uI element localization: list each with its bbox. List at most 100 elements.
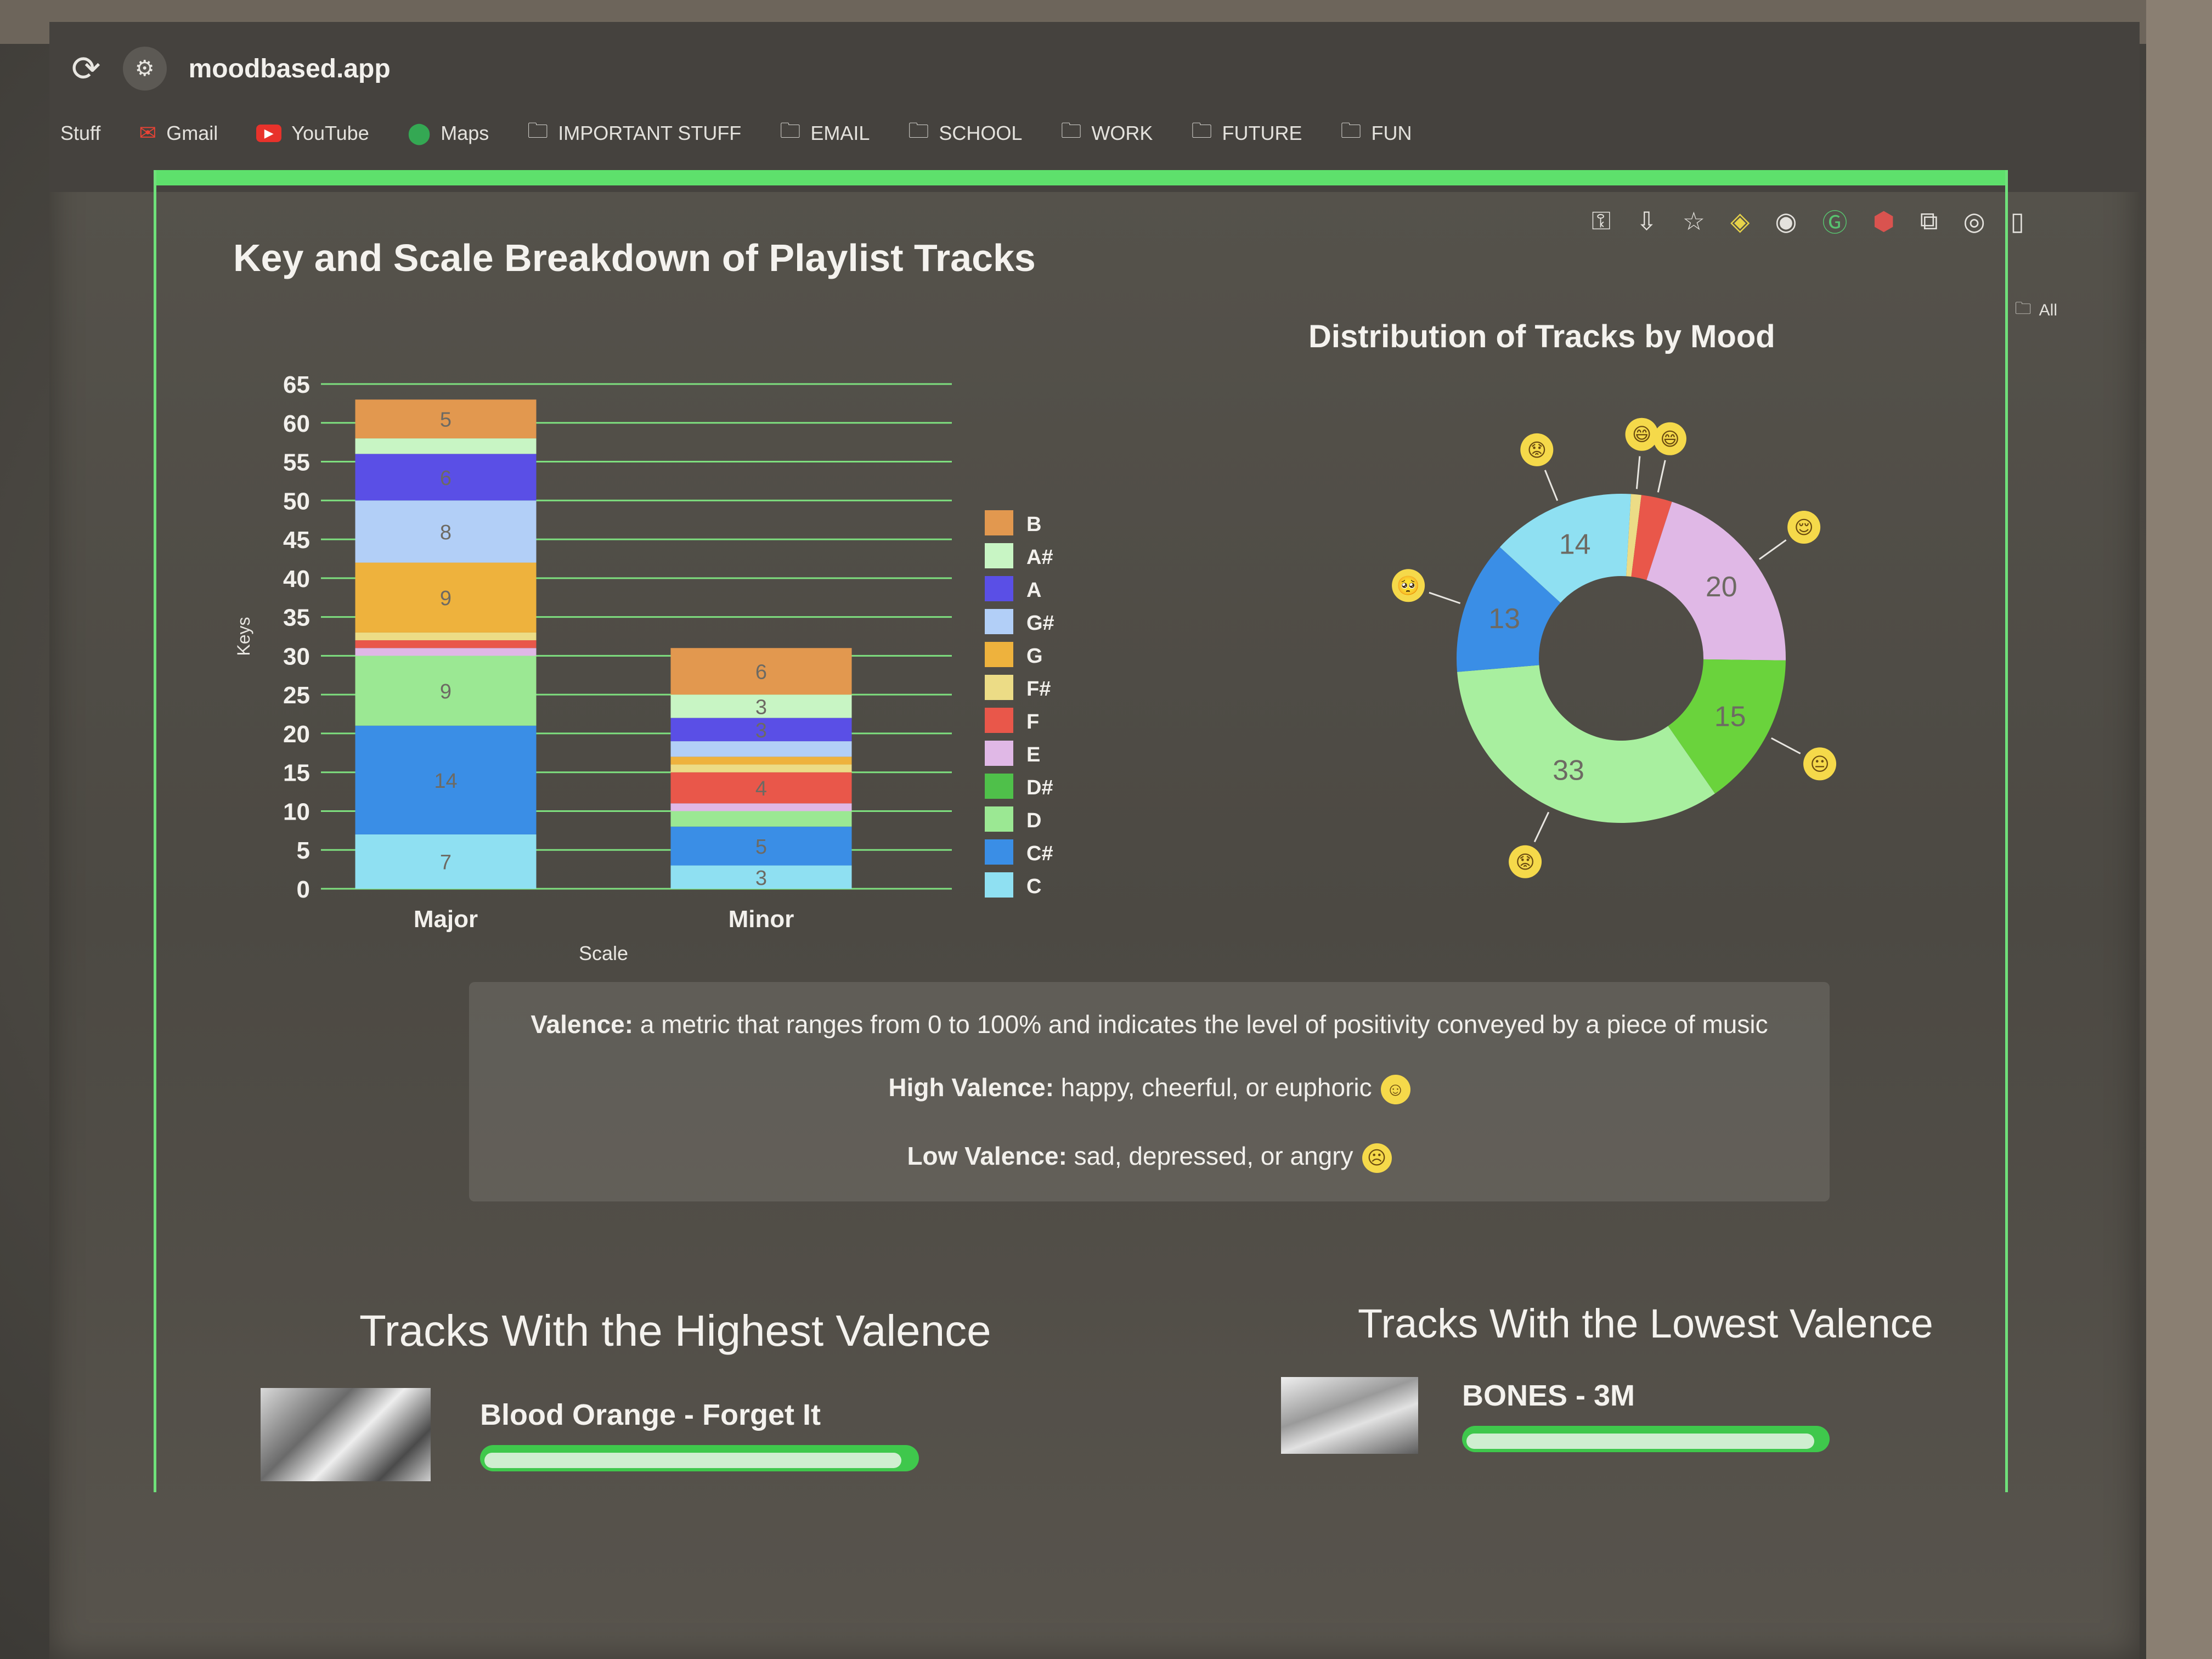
valence-bar <box>480 1445 919 1471</box>
highest-track-card[interactable]: Blood Orange - Forget It <box>261 1388 919 1481</box>
key-scale-bar-chart: 05101520253035404550556065Keys71499865Ma… <box>234 371 1054 964</box>
maps-icon: ⬤ <box>407 122 431 145</box>
mood-emoji-glyph: 😐 <box>1810 753 1829 775</box>
legend-label: D# <box>1026 776 1053 799</box>
y-tick-label: 0 <box>297 876 310 903</box>
mood-emoji-glyph: 🥺 <box>1397 575 1420 597</box>
folder-icon: 🗀 <box>527 120 549 143</box>
data-label: 14 <box>434 770 457 793</box>
y-tick-label: 5 <box>297 837 310 864</box>
data-label: 4 <box>755 777 767 800</box>
emoji-leader-line <box>1533 811 1550 843</box>
browser-chrome: ⟳ ⚙ moodbased.app Stuff ✉ Gmail ▶ YouTube … <box>49 22 2140 192</box>
y-tick-label: 10 <box>283 798 310 825</box>
bookmark-maps[interactable]: ⬤ Maps <box>408 121 489 145</box>
y-axis-label: Keys <box>234 617 253 656</box>
valence-definition-label: Valence: <box>531 1010 634 1039</box>
bookmark-label: IMPORTANT STUFF <box>558 121 742 144</box>
y-tick-label: 50 <box>283 488 310 515</box>
bookmark-youtube[interactable]: ▶ YouTube <box>256 122 369 145</box>
folder-icon: 🗀 <box>908 120 929 143</box>
bookmark-label: YouTube <box>291 121 369 144</box>
mood-emoji-glyph: 😟 <box>1515 851 1534 873</box>
legend-label: A# <box>1026 546 1053 569</box>
legend-swatch <box>985 642 1013 667</box>
youtube-icon: ▶ <box>256 124 282 142</box>
address-bar[interactable]: ⟳ ⚙ moodbased.app <box>71 38 391 99</box>
legend-label: E <box>1026 743 1040 766</box>
legend-swatch <box>985 839 1013 865</box>
y-tick-label: 20 <box>283 721 310 748</box>
data-label: 3 <box>755 719 767 742</box>
all-bookmarks[interactable]: 🗀 All <box>2015 296 2057 324</box>
album-art <box>261 1388 431 1481</box>
legend-swatch <box>985 543 1013 568</box>
happy-emoji-icon: ☺ <box>1380 1074 1410 1104</box>
slice-label: 13 <box>1488 603 1520 635</box>
x-tick-label: Minor <box>729 906 794 933</box>
low-valence-text: sad, depressed, or angry <box>1066 1142 1353 1170</box>
slice-label: 33 <box>1553 754 1584 786</box>
bookmark-school[interactable]: 🗀 SCHOOL <box>908 115 1022 151</box>
legend-swatch <box>985 510 1013 535</box>
bookmark-label: Maps <box>441 121 489 144</box>
folder-icon: 🗀 <box>1340 120 1362 143</box>
bar-segment <box>355 640 537 648</box>
bar-segment <box>670 811 852 827</box>
valence-bar-fill <box>484 1453 901 1468</box>
slice-label: 15 <box>1714 701 1746 733</box>
bookmark-gmail[interactable]: ✉ Gmail <box>139 121 218 145</box>
bookmark-work[interactable]: 🗀 WORK <box>1060 115 1153 151</box>
slice-label: 14 <box>1559 528 1591 560</box>
legend-swatch <box>985 774 1013 799</box>
bookmark-email[interactable]: 🗀 EMAIL <box>780 115 870 151</box>
data-label: 5 <box>755 836 767 859</box>
bookmark-future[interactable]: 🗀 FUTURE <box>1191 115 1302 151</box>
valence-info-box: Valence: a metric that ranges from 0 to … <box>469 982 1830 1201</box>
legend-label: C# <box>1026 842 1053 865</box>
legend-label: C <box>1026 875 1041 898</box>
y-tick-label: 45 <box>283 527 310 554</box>
data-label: 3 <box>755 867 767 890</box>
y-tick-label: 25 <box>283 682 310 709</box>
emoji-leader-line <box>1635 456 1641 489</box>
side-panel-icon[interactable]: ▯ <box>2011 206 2024 236</box>
legend-label: G <box>1026 645 1043 668</box>
high-valence-line: High Valence: happy, cheerful, or euphor… <box>469 1073 1830 1104</box>
wall <box>2146 0 2212 1659</box>
key-chart-title: Key and Scale Breakdown of Playlist Trac… <box>233 236 1036 279</box>
valence-definition-text: a metric that ranges from 0 to 100% and … <box>633 1010 1768 1039</box>
emoji-leader-line <box>1544 470 1559 501</box>
mood-emoji-glyph: 😄 <box>1660 428 1679 450</box>
folder-icon: 🗀 <box>1060 120 1082 143</box>
legend-label: D <box>1026 809 1041 832</box>
emoji-leader-line <box>1759 539 1787 560</box>
emoji-leader-line <box>1657 460 1666 493</box>
bookmark-stuff[interactable]: Stuff <box>60 122 100 145</box>
y-tick-label: 30 <box>283 643 310 670</box>
high-valence-text: happy, cheerful, or euphoric <box>1054 1073 1372 1102</box>
bookmark-label: SCHOOL <box>939 121 1023 144</box>
site-settings-icon[interactable]: ⚙ <box>122 47 167 91</box>
legend-label: F <box>1026 710 1039 733</box>
legend-label: B <box>1026 513 1041 536</box>
track-info: BONES - 3M <box>1462 1379 1830 1452</box>
low-valence-label: Low Valence: <box>907 1142 1067 1170</box>
sad-emoji-icon: ☹ <box>1362 1143 1392 1173</box>
bookmark-label: EMAIL <box>810 121 870 144</box>
legend-swatch <box>985 609 1013 634</box>
highest-valence-title: Tracks With the Highest Valence <box>359 1306 991 1355</box>
valence-definition: Valence: a metric that ranges from 0 to … <box>469 1009 1830 1039</box>
bookmark-important-stuff[interactable]: 🗀 IMPORTANT STUFF <box>527 115 741 151</box>
mood-donut-chart: 😄 😄 20 😌 15 😐 33 😟 13 🥺 14 😟 <box>1392 417 1837 878</box>
valence-bar-fill <box>1466 1434 1814 1449</box>
reload-icon[interactable]: ⟳ <box>71 51 101 86</box>
url-text[interactable]: moodbased.app <box>189 54 391 84</box>
folder-icon: 🗀 <box>2015 300 2032 318</box>
mood-emoji-glyph: 😌 <box>1794 517 1813 539</box>
emoji-leader-line <box>1771 737 1801 754</box>
legend-swatch <box>985 576 1013 601</box>
bookmark-fun[interactable]: 🗀 FUN <box>1340 115 1412 151</box>
bar-segment <box>355 648 537 656</box>
lowest-track-card[interactable]: BONES - 3M <box>1281 1377 1830 1454</box>
